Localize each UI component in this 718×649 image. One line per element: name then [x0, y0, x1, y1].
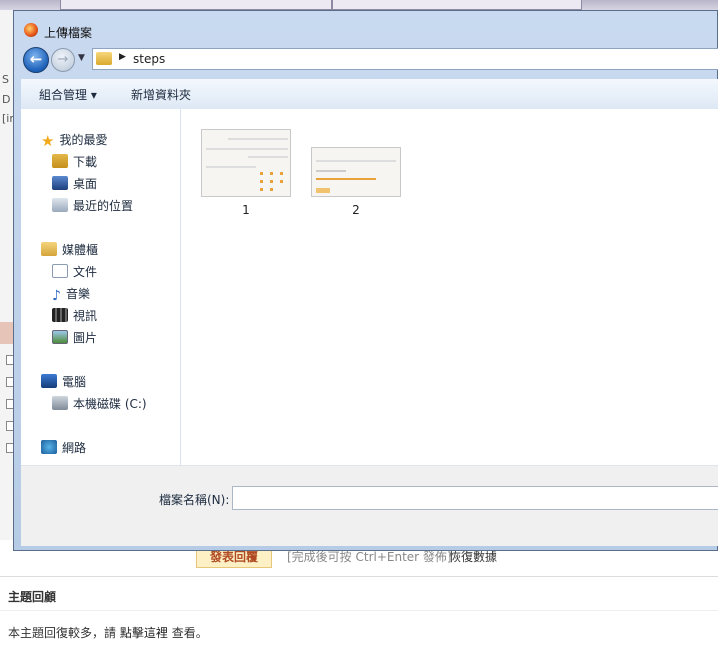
firefox-icon [24, 23, 38, 37]
music-note-icon: ♪ [52, 288, 61, 304]
nav-desktop[interactable]: 桌面 [52, 175, 97, 193]
file-name[interactable]: 2 [311, 203, 401, 217]
recent-places-icon [52, 198, 68, 212]
nav-label: 網路 [62, 441, 87, 455]
disk-drive-icon [52, 396, 68, 410]
background-highlight [0, 322, 14, 344]
nav-label: 下載 [73, 155, 98, 169]
thumbnail-detail [248, 156, 288, 158]
nav-local-disk[interactable]: 本機磁碟 (C:) [52, 395, 147, 413]
thumbnail-detail [260, 180, 263, 183]
dialog-toolbar: 組合管理 ▾ 新增資料夾 [21, 79, 718, 110]
nav-documents[interactable]: 文件 [52, 263, 97, 281]
nav-label: 音樂 [65, 287, 90, 301]
new-folder-button[interactable]: 新增資料夾 [131, 86, 191, 103]
nav-label: 桌面 [73, 177, 98, 191]
nav-label: 圖片 [73, 331, 98, 345]
reply-note-suffix: 查看。 [171, 626, 208, 640]
dialog-content: ★ 我的最愛 下載 桌面 最近的位置 媒體櫃 文件 ♪ 音樂 視訊 圖片 電腦 … [21, 109, 718, 465]
background-text: D [2, 93, 11, 106]
file-thumbnail[interactable] [201, 129, 291, 197]
navigation-row: ← → ▼ ▶ steps [14, 45, 718, 75]
address-bar[interactable]: ▶ steps [92, 48, 718, 70]
thumbnail-detail [228, 138, 288, 140]
nav-favorites[interactable]: ★ 我的最愛 [41, 131, 107, 149]
computer-icon [41, 374, 57, 388]
star-icon: ★ [41, 132, 55, 150]
divider [0, 610, 718, 611]
click-here-link[interactable]: 點擊這裡 [120, 626, 168, 640]
nav-label: 我的最愛 [59, 133, 108, 147]
thumbnail-detail [206, 166, 256, 168]
dialog-title-bar[interactable]: 上傳檔案 [14, 11, 717, 45]
network-icon [41, 440, 57, 454]
breadcrumb-arrow-icon[interactable]: ▶ [119, 52, 126, 62]
nav-label: 本機磁碟 (C:) [73, 397, 147, 411]
back-button[interactable]: ← [23, 47, 49, 73]
browser-tab-bar [0, 0, 718, 10]
document-icon [52, 264, 68, 278]
divider [0, 576, 718, 577]
thumbnail-detail [280, 172, 283, 175]
organize-button[interactable]: 組合管理 ▾ [39, 86, 97, 103]
thumbnail-detail [316, 160, 396, 162]
nav-music[interactable]: ♪ 音樂 [52, 285, 90, 303]
section-title: 主題回顧 [8, 590, 57, 604]
reply-note: 本主題回復較多，請 點擊這裡 查看。 [8, 624, 208, 641]
folder-icon [96, 52, 112, 65]
nav-recent[interactable]: 最近的位置 [52, 197, 133, 215]
thumbnail-detail [260, 188, 263, 191]
current-folder[interactable]: steps [133, 52, 165, 66]
history-dropdown-icon[interactable]: ▼ [78, 53, 85, 63]
upload-file-dialog: 上傳檔案 ← → ▼ ▶ steps 組合管理 ▾ 新增資料夾 ★ 我的最愛 下載… [13, 10, 718, 551]
nav-label: 視訊 [73, 309, 98, 323]
nav-computer[interactable]: 電腦 [41, 373, 86, 391]
browser-tab[interactable] [332, 0, 582, 10]
thumbnail-detail [280, 180, 283, 183]
dialog-title: 上傳檔案 [44, 26, 93, 40]
film-icon [52, 308, 68, 322]
nav-libraries[interactable]: 媒體櫃 [41, 241, 98, 259]
nav-label: 媒體櫃 [62, 243, 99, 257]
browser-tab[interactable] [60, 0, 332, 10]
thumbnail-detail [270, 188, 273, 191]
nav-downloads[interactable]: 下載 [52, 153, 97, 171]
background-text: S [2, 73, 9, 86]
nav-label: 文件 [73, 265, 98, 279]
filename-area: 檔案名稱(N): [21, 465, 718, 546]
desktop-icon [52, 176, 68, 190]
file-name[interactable]: 1 [201, 203, 291, 217]
thumbnail-detail [316, 170, 346, 172]
nav-videos[interactable]: 視訊 [52, 307, 97, 325]
nav-network[interactable]: 網路 [41, 439, 86, 457]
nav-label: 電腦 [62, 375, 87, 389]
thumbnail-detail [260, 172, 263, 175]
picture-icon [52, 330, 68, 344]
background-page-left-edge: S D [ir [0, 10, 14, 540]
libraries-icon [41, 242, 57, 256]
thumbnail-detail [316, 188, 330, 193]
thumbnail-detail [270, 180, 273, 183]
navigation-pane: ★ 我的最愛 下載 桌面 最近的位置 媒體櫃 文件 ♪ 音樂 視訊 圖片 電腦 … [21, 109, 181, 465]
file-thumbnail[interactable] [311, 147, 401, 197]
thumbnail-detail [270, 172, 273, 175]
filename-label: 檔案名稱(N): [159, 493, 230, 507]
thumbnail-detail [316, 178, 376, 180]
filename-input[interactable] [232, 486, 718, 510]
thumbnail-detail [206, 148, 288, 150]
nav-pictures[interactable]: 圖片 [52, 329, 97, 347]
reply-note-prefix: 本主題回復較多，請 [8, 626, 117, 640]
forward-button[interactable]: → [51, 48, 75, 72]
downloads-folder-icon [52, 154, 68, 168]
nav-label: 最近的位置 [73, 199, 134, 213]
